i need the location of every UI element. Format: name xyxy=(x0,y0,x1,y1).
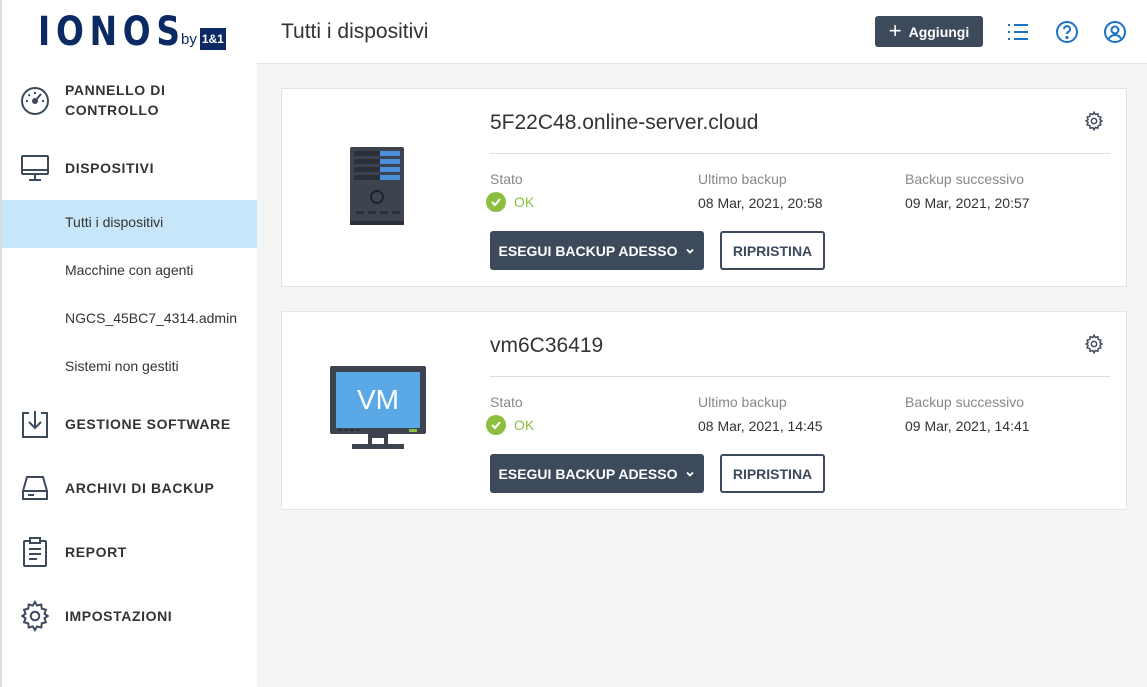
status-label: Stato xyxy=(490,171,523,187)
sidebar-item-label: ARCHIVI DI BACKUP xyxy=(65,480,215,496)
page-title: Tutti i dispositivi xyxy=(281,20,429,43)
sidebar-subitem-label: Sistemi non gestiti xyxy=(65,358,179,374)
top-header: Tutti i dispositivi + Aggiungi xyxy=(257,0,1147,64)
clipboard-icon xyxy=(23,537,47,567)
sidebar-item-dashboard[interactable]: PANNELLO DI CONTROLLO xyxy=(2,80,257,120)
device-name[interactable]: vm6C36419 xyxy=(490,334,603,358)
vm-monitor-icon: VM xyxy=(330,366,426,449)
list-icon[interactable] xyxy=(1006,20,1030,44)
sidebar-item-label: GESTIONE SOFTWARE xyxy=(65,416,231,432)
chevron-down-icon xyxy=(686,248,695,254)
device-card[interactable]: VM vm6C36419 Stato OK Ultimo backup 08 M… xyxy=(281,311,1127,510)
status-value: OK xyxy=(514,417,535,433)
card-divider xyxy=(490,153,1110,154)
next-backup-label: Backup successivo xyxy=(905,171,1025,187)
card-divider xyxy=(490,376,1110,377)
logo-partner: 1&1 xyxy=(199,28,226,50)
sidebar-item-label: PANNELLO DI CONTROLLO xyxy=(65,82,166,118)
sidebar-subitem-label: NGCS_45BC7_4314.admin xyxy=(65,310,237,326)
plus-icon: + xyxy=(888,17,902,43)
sidebar-item-report[interactable]: REPORT xyxy=(2,534,257,570)
sidebar-item-settings[interactable]: IMPOSTAZIONI xyxy=(2,598,257,634)
ionos-logo[interactable]: IONOS by 1&1 xyxy=(38,10,226,54)
sidebar-subitem-agent-machines[interactable]: Macchine con agenti xyxy=(2,248,257,296)
next-backup-value: 09 Mar, 2021, 20:57 xyxy=(905,195,1030,211)
gear-icon xyxy=(20,600,50,632)
status-value: OK xyxy=(514,194,535,210)
download-box-icon xyxy=(22,411,48,438)
sidebar-subitem-unmanaged[interactable]: Sistemi non gestiti xyxy=(2,344,257,392)
sidebar-item-label: IMPOSTAZIONI xyxy=(65,608,173,624)
account-icon[interactable] xyxy=(1103,20,1127,44)
sidebar: IONOS by 1&1 PANNELLO DI CONTROLLO DISPO… xyxy=(0,0,257,687)
next-backup-value: 09 Mar, 2021, 14:41 xyxy=(905,418,1030,434)
check-circle-icon xyxy=(486,192,506,212)
monitor-icon xyxy=(21,155,49,181)
sidebar-item-label: DISPOSITIVI xyxy=(65,160,155,176)
last-backup-value: 08 Mar, 2021, 14:45 xyxy=(698,418,823,434)
gear-icon[interactable] xyxy=(1084,334,1104,354)
last-backup-label: Ultimo backup xyxy=(698,171,787,187)
vm-icon-label: VM xyxy=(357,384,399,415)
chevron-down-icon xyxy=(686,471,695,477)
server-icon xyxy=(350,147,404,225)
drive-icon xyxy=(22,476,48,500)
device-name[interactable]: 5F22C48.online-server.cloud xyxy=(490,111,759,135)
sidebar-subitem-label: Macchine con agenti xyxy=(65,262,194,278)
last-backup-label: Ultimo backup xyxy=(698,394,787,410)
sidebar-subitem-label: Tutti i dispositivi xyxy=(65,214,164,230)
device-card[interactable]: 5F22C48.online-server.cloud Stato OK Ult… xyxy=(281,88,1127,287)
backup-now-label: ESEGUI BACKUP ADESSO xyxy=(498,465,678,482)
backup-now-label: ESEGUI BACKUP ADESSO xyxy=(498,242,678,259)
check-circle-icon xyxy=(486,415,506,435)
gear-icon[interactable] xyxy=(1084,111,1104,131)
add-button[interactable]: + Aggiungi xyxy=(875,16,983,47)
help-icon[interactable] xyxy=(1055,20,1079,44)
sidebar-item-devices[interactable]: DISPOSITIVI xyxy=(2,150,257,186)
sidebar-item-label: REPORT xyxy=(65,544,127,560)
sidebar-subitem-all-devices[interactable]: Tutti i dispositivi xyxy=(2,200,257,248)
logo-wordmark: IONOS xyxy=(38,9,186,55)
last-backup-value: 08 Mar, 2021, 20:58 xyxy=(698,195,823,211)
sidebar-item-software[interactable]: GESTIONE SOFTWARE xyxy=(2,406,257,442)
restore-button[interactable]: RIPRISTINA xyxy=(720,454,825,493)
sidebar-item-backup-archives[interactable]: ARCHIVI DI BACKUP xyxy=(2,470,257,506)
restore-button[interactable]: RIPRISTINA xyxy=(720,231,825,270)
sidebar-subitem-ngcs-admin[interactable]: NGCS_45BC7_4314.admin xyxy=(2,296,257,344)
status-badge: OK xyxy=(486,415,534,435)
backup-now-button[interactable]: ESEGUI BACKUP ADESSO xyxy=(490,454,704,493)
status-label: Stato xyxy=(490,394,523,410)
add-button-label: Aggiungi xyxy=(908,23,970,40)
next-backup-label: Backup successivo xyxy=(905,394,1025,410)
speedometer-icon xyxy=(21,87,49,115)
backup-now-button[interactable]: ESEGUI BACKUP ADESSO xyxy=(490,231,704,270)
status-badge: OK xyxy=(486,192,534,212)
